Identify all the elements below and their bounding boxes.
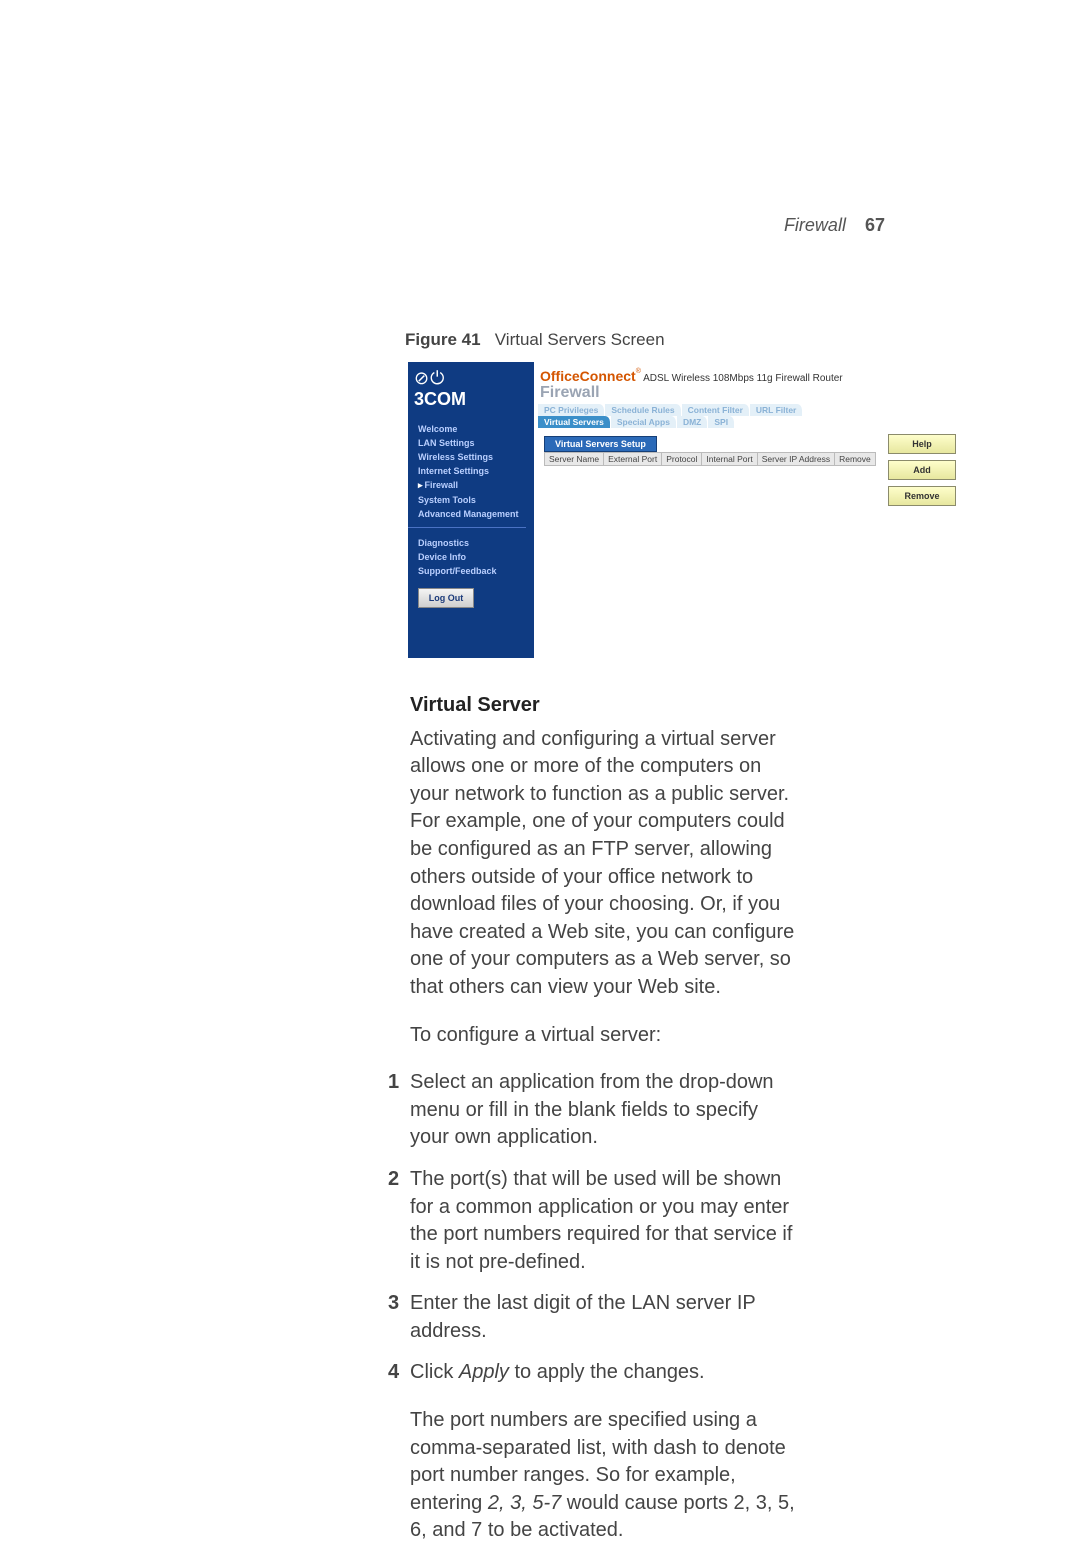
section-heading: Virtual Server: [410, 692, 800, 720]
virtual-servers-table: Server Name External Port Protocol Inter…: [544, 452, 876, 466]
action-buttons: Help Add Remove: [888, 434, 956, 506]
section-name: Firewall: [784, 215, 846, 235]
remove-button[interactable]: Remove: [888, 486, 956, 506]
logout-button[interactable]: Log Out: [418, 588, 474, 608]
step-4: 4 Click Apply to apply the changes.: [388, 1359, 800, 1387]
logo-text: 3COM: [414, 389, 528, 410]
figure-title: Virtual Servers Screen: [495, 330, 665, 349]
step-2: 2The port(s) that will be used will be s…: [388, 1166, 800, 1276]
panel-title: Virtual Servers Setup: [544, 436, 657, 452]
tab-dmz[interactable]: DMZ: [677, 416, 708, 428]
sidebar: ⊘ ⏻ 3COM Welcome LAN Settings Wireless S…: [408, 362, 534, 658]
figure-label: Figure 41: [405, 330, 481, 349]
tabbar-row1: PC Privileges Schedule Rules Content Fil…: [534, 404, 972, 416]
sidebar-item-support[interactable]: Support/Feedback: [418, 564, 534, 578]
sidebar-item-system[interactable]: System Tools: [418, 493, 534, 507]
product-title: OfficeConnect® ADSL Wireless 108Mbps 11g…: [534, 362, 972, 384]
sidebar-item-welcome[interactable]: Welcome: [418, 422, 534, 436]
sidebar-separator: [408, 527, 526, 528]
col-server-ip: Server IP Address: [757, 453, 834, 466]
col-internal-port: Internal Port: [702, 453, 757, 466]
sidebar-item-diagnostics[interactable]: Diagnostics: [418, 536, 534, 550]
router-screenshot: ⊘ ⏻ 3COM Welcome LAN Settings Wireless S…: [408, 362, 972, 658]
sidebar-item-wireless[interactable]: Wireless Settings: [418, 450, 534, 464]
col-protocol: Protocol: [662, 453, 702, 466]
page-number: 67: [865, 215, 885, 235]
tab-special-apps[interactable]: Special Apps: [611, 416, 677, 428]
tabbar-row2: Virtual Servers Special Apps DMZ SPI: [534, 416, 972, 428]
closing-paragraph: The port numbers are specified using a c…: [410, 1407, 800, 1545]
sidebar-item-firewall[interactable]: Firewall: [418, 478, 534, 493]
figure-caption: Figure 41 Virtual Servers Screen: [405, 330, 990, 350]
breadcrumb: Firewall: [534, 384, 972, 404]
step-1: 1Select an application from the drop-dow…: [388, 1069, 800, 1152]
tab-schedule-rules[interactable]: Schedule Rules: [605, 404, 681, 416]
sidebar-item-advanced[interactable]: Advanced Management: [418, 507, 534, 521]
tab-virtual-servers[interactable]: Virtual Servers: [538, 416, 611, 428]
step-3: 3Enter the last digit of the LAN server …: [388, 1290, 800, 1345]
lead-in: To configure a virtual server:: [410, 1022, 800, 1050]
tab-content-filter[interactable]: Content Filter: [682, 404, 750, 416]
main-panel: OfficeConnect® ADSL Wireless 108Mbps 11g…: [534, 362, 972, 658]
steps-list: 1Select an application from the drop-dow…: [388, 1069, 800, 1387]
tab-spi[interactable]: SPI: [708, 416, 735, 428]
tab-pc-privileges[interactable]: PC Privileges: [538, 404, 605, 416]
sidebar-item-lan[interactable]: LAN Settings: [418, 436, 534, 450]
col-remove: Remove: [835, 453, 876, 466]
col-server-name: Server Name: [545, 453, 604, 466]
running-header: Firewall 67: [784, 215, 885, 236]
add-button[interactable]: Add: [888, 460, 956, 480]
tab-url-filter[interactable]: URL Filter: [750, 404, 803, 416]
sidebar-item-internet[interactable]: Internet Settings: [418, 464, 534, 478]
sidebar-item-deviceinfo[interactable]: Device Info: [418, 550, 534, 564]
help-button[interactable]: Help: [888, 434, 956, 454]
intro-paragraph: Activating and configuring a virtual ser…: [410, 726, 800, 1002]
logo-icon: ⊘ ⏻: [414, 368, 528, 389]
col-external-port: External Port: [604, 453, 662, 466]
